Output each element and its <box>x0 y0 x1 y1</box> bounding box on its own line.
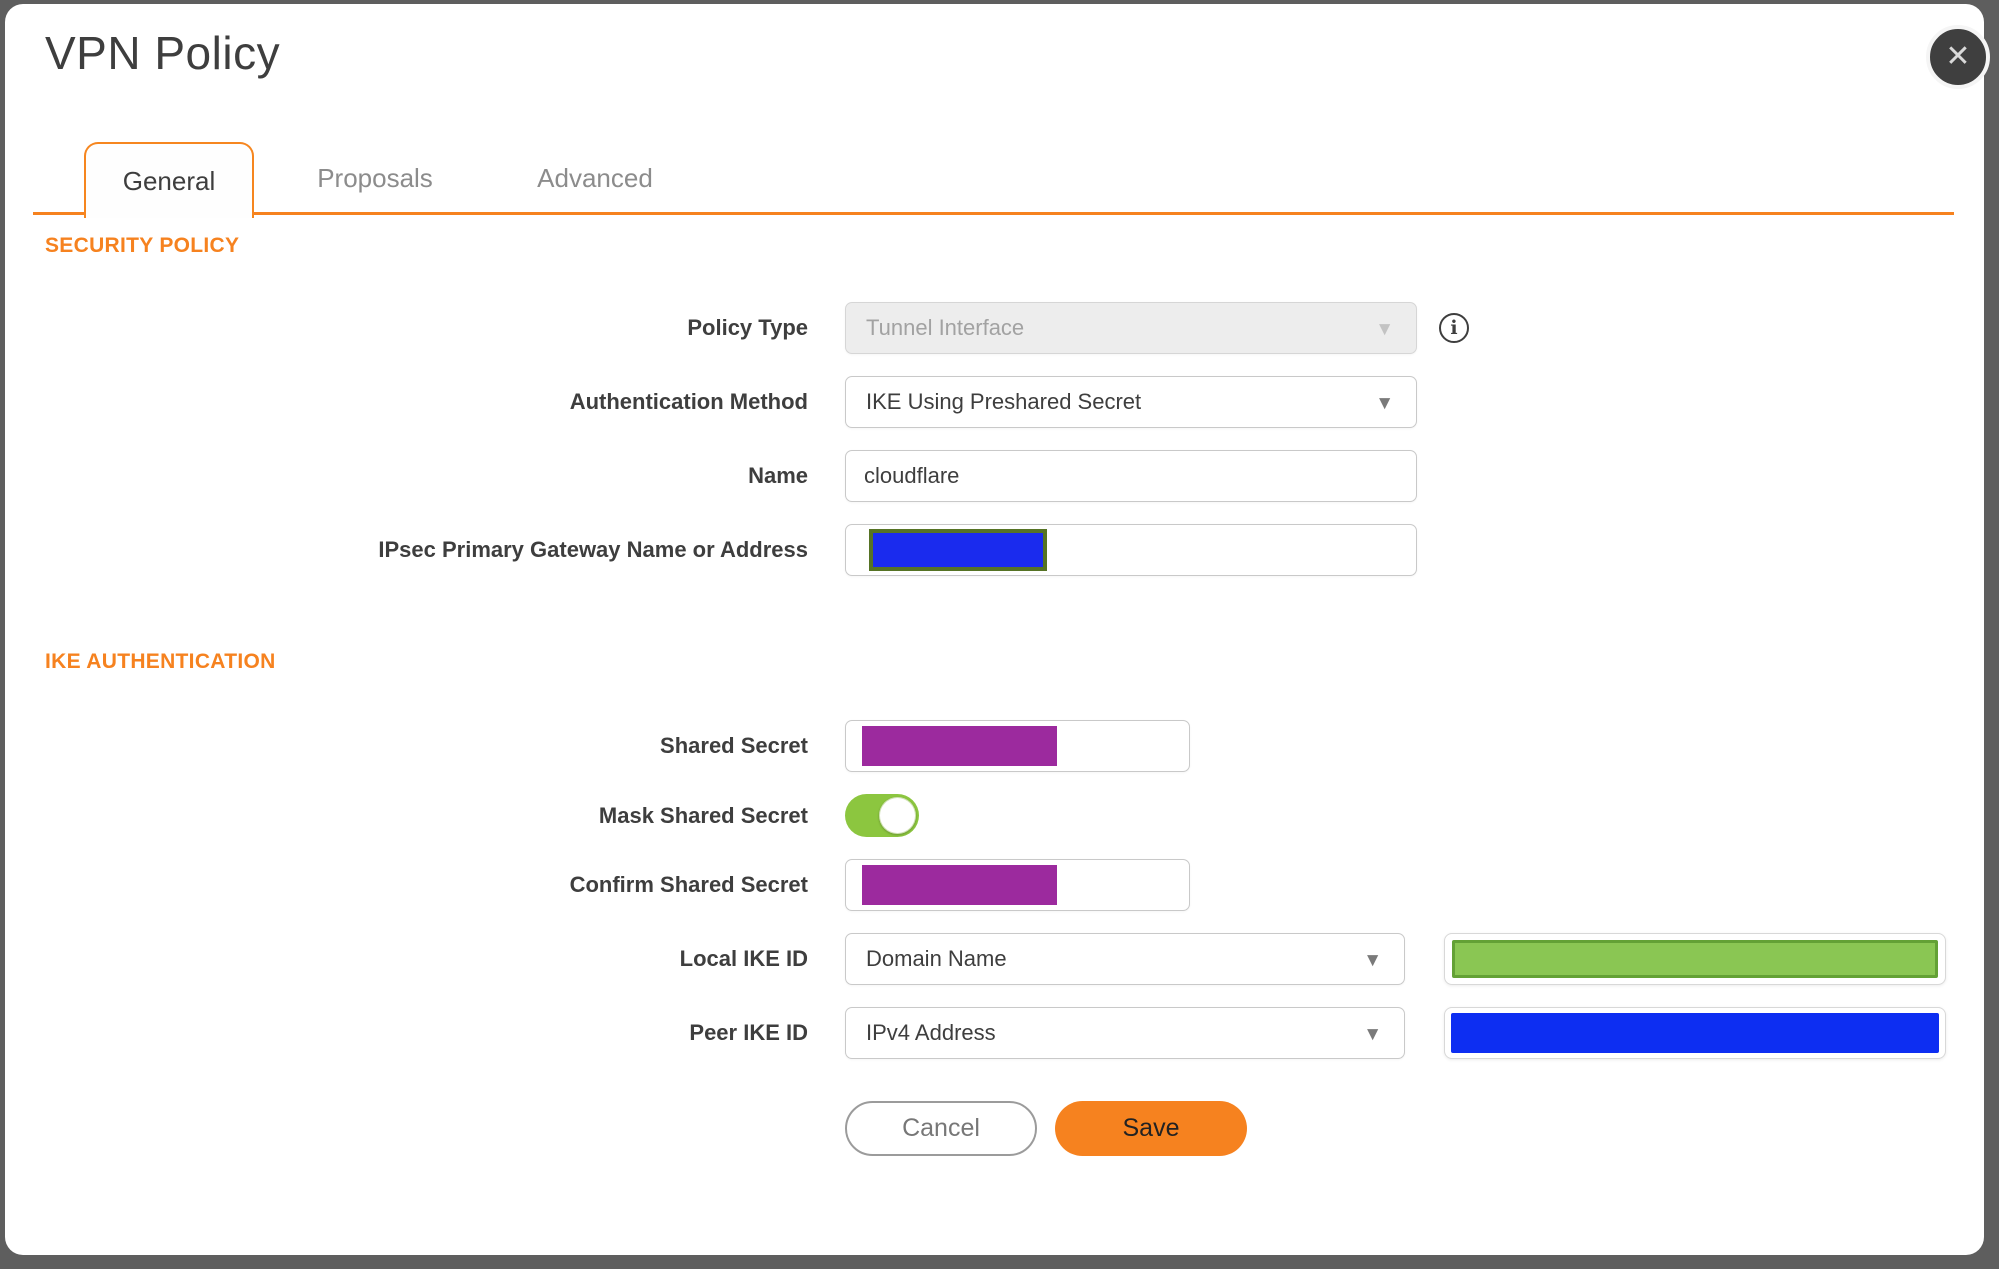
row-shared-secret: Shared Secret <box>5 720 1984 772</box>
info-icon[interactable]: i <box>1439 313 1469 343</box>
shared-secret-label: Shared Secret <box>660 733 808 758</box>
vpn-policy-dialog: VPN Policy ✕ General Proposals Advanced … <box>5 4 1990 1255</box>
authentication-method-select[interactable]: IKE Using Preshared Secret ▼ <box>845 376 1417 428</box>
tab-bar: General Proposals Advanced <box>5 139 1984 218</box>
row-mask-shared-secret: Mask Shared Secret <box>5 794 1984 837</box>
redaction-block-peer-ike <box>1451 1013 1939 1053</box>
ipsec-gateway-label: IPsec Primary Gateway Name or Address <box>378 537 808 562</box>
name-input[interactable] <box>845 450 1417 502</box>
row-name: Name <box>5 450 1984 502</box>
authentication-method-label: Authentication Method <box>569 389 808 414</box>
tab-advanced[interactable]: Advanced <box>510 142 680 215</box>
policy-type-select: Tunnel Interface ▼ <box>845 302 1417 354</box>
local-ike-id-value-input[interactable] <box>1444 933 1946 985</box>
toggle-knob <box>879 797 916 834</box>
page-title: VPN Policy <box>45 27 281 79</box>
section-heading-ike-authentication: IKE AUTHENTICATION <box>45 650 276 673</box>
row-confirm-shared-secret: Confirm Shared Secret <box>5 859 1984 911</box>
cancel-button[interactable]: Cancel <box>845 1101 1037 1156</box>
chevron-down-icon: ▼ <box>1375 392 1394 414</box>
local-ike-id-select[interactable]: Domain Name ▼ <box>845 933 1405 985</box>
policy-type-value: Tunnel Interface <box>866 315 1025 340</box>
peer-ike-id-select[interactable]: IPv4 Address ▼ <box>845 1007 1405 1059</box>
redaction-block-shared-secret <box>862 726 1057 766</box>
tab-proposals[interactable]: Proposals <box>290 142 460 215</box>
tab-proposals-label: Proposals <box>317 163 433 193</box>
close-button[interactable]: ✕ <box>1926 25 1990 89</box>
button-row: Cancel Save <box>845 1101 1984 1156</box>
close-icon: ✕ <box>1945 40 1971 73</box>
redaction-block-confirm-secret <box>862 865 1057 905</box>
row-ipsec-gateway: IPsec Primary Gateway Name or Address <box>5 524 1984 576</box>
peer-ike-id-value: IPv4 Address <box>866 1020 996 1045</box>
chevron-down-icon: ▼ <box>1363 1023 1382 1045</box>
row-authentication-method: Authentication Method IKE Using Preshare… <box>5 376 1984 428</box>
peer-ike-id-value-input[interactable] <box>1444 1007 1946 1059</box>
mask-shared-secret-label: Mask Shared Secret <box>598 802 808 828</box>
section-heading-security-policy: SECURITY POLICY <box>45 234 240 257</box>
tab-general[interactable]: General <box>84 142 254 218</box>
mask-shared-secret-toggle[interactable] <box>845 794 919 837</box>
redaction-block-gateway <box>869 529 1047 571</box>
policy-type-label: Policy Type <box>687 315 808 340</box>
row-peer-ike-id: Peer IKE ID IPv4 Address ▼ <box>5 1007 1984 1059</box>
chevron-down-icon: ▼ <box>1375 318 1394 340</box>
authentication-method-value: IKE Using Preshared Secret <box>866 389 1142 414</box>
tab-general-label: General <box>122 165 216 196</box>
row-policy-type: Policy Type Tunnel Interface ▼ i <box>5 302 1984 354</box>
name-label: Name <box>748 463 808 488</box>
peer-ike-id-label: Peer IKE ID <box>689 1020 808 1045</box>
save-button[interactable]: Save <box>1055 1101 1247 1156</box>
chevron-down-icon: ▼ <box>1363 949 1382 971</box>
local-ike-id-label: Local IKE ID <box>679 946 808 971</box>
confirm-shared-secret-label: Confirm Shared Secret <box>569 872 808 897</box>
tab-advanced-label: Advanced <box>537 163 653 193</box>
local-ike-id-value: Domain Name <box>866 946 1007 971</box>
redaction-block-local-ike <box>1452 940 1938 978</box>
row-local-ike-id: Local IKE ID Domain Name ▼ <box>5 933 1984 985</box>
